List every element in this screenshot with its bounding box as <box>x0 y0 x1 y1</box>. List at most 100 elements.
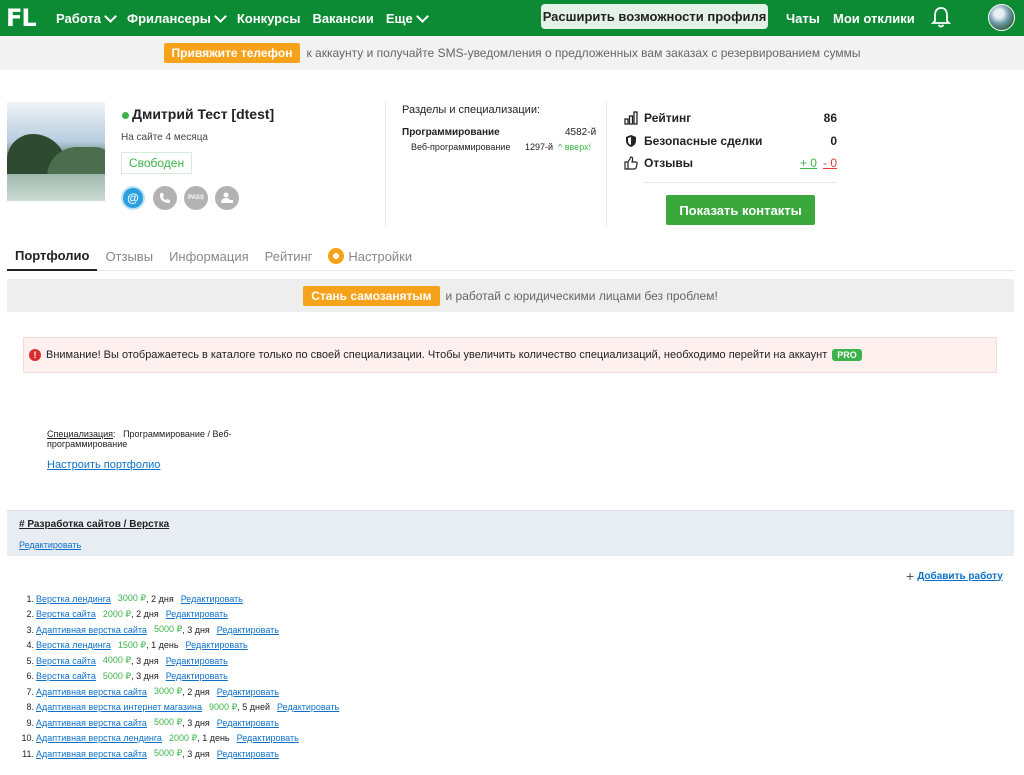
work-edit-link[interactable]: Редактировать <box>217 625 279 635</box>
work-edit-link[interactable]: Редактировать <box>166 656 228 666</box>
tab-settings[interactable]: Настройки <box>320 241 420 271</box>
work-edit-link[interactable]: Редактировать <box>237 733 299 743</box>
nav-my-responses[interactable]: Мои отклики <box>833 0 915 36</box>
work-edit-link[interactable]: Редактировать <box>217 687 279 697</box>
work-edit-link[interactable]: Редактировать <box>166 671 228 681</box>
reviews-positive-link[interactable]: + 0 <box>800 156 817 170</box>
work-title-link[interactable]: Адаптивная верстка сайта <box>36 687 147 697</box>
on-site-duration: На сайте 4 месяца <box>121 132 208 143</box>
work-title-link[interactable]: Адаптивная верстка интернет магазина <box>36 702 202 712</box>
tab-info[interactable]: Информация <box>161 241 257 271</box>
work-title-link[interactable]: Верстка сайта <box>36 671 96 681</box>
work-edit-link[interactable]: Редактировать <box>217 749 279 759</box>
online-status-dot <box>122 112 129 119</box>
work-edit-link[interactable]: Редактировать <box>181 594 243 604</box>
category-edit-link[interactable]: Редактировать <box>19 540 81 550</box>
rating-label: Рейтинг <box>644 111 692 125</box>
chevron-down-icon <box>213 9 227 23</box>
work-title-link[interactable]: Адаптивная верстка сайта <box>36 718 147 728</box>
tab-portfolio[interactable]: Портфолио <box>7 241 98 271</box>
nav-contests[interactable]: Конкурсы <box>237 11 301 26</box>
work-number: 7. <box>26 686 34 697</box>
work-title-link[interactable]: Адаптивная верстка сайта <box>36 749 147 759</box>
divider <box>606 102 607 226</box>
work-title-link[interactable]: Адаптивная верстка сайта <box>36 625 147 635</box>
work-number: 2. <box>26 609 34 620</box>
thumbs-up-icon <box>624 156 638 170</box>
divider <box>643 182 837 183</box>
work-item: 6. Верстка сайта 5000 ₽, 3 дня Редактироват… <box>14 669 339 685</box>
sms-banner: Привяжите телефон к аккаунту и получайте… <box>0 36 1024 70</box>
work-edit-link[interactable]: Редактировать <box>217 718 279 728</box>
phone-icon[interactable] <box>153 186 177 210</box>
warning-alert: ! Внимание! Вы отображаетесь в каталоге … <box>23 337 997 373</box>
work-item: 3. Адаптивная верстка сайта 5000 ₽, 3 дня Р… <box>14 622 339 638</box>
work-number: 3. <box>26 624 34 635</box>
chevron-down-icon <box>415 9 429 23</box>
safe-deals-label: Безопасные сделки <box>644 134 763 148</box>
nav-work[interactable]: Работа <box>56 9 117 26</box>
profile-tabs: Портфолио Отзывы Информация Рейтинг Наст… <box>7 241 1014 271</box>
bind-phone-button[interactable]: Привяжите телефон <box>163 43 301 63</box>
nav-chats[interactable]: Чаты <box>786 0 820 36</box>
profile-photo <box>7 102 105 201</box>
work-edit-link[interactable]: Редактировать <box>166 609 228 619</box>
spec-sub: Веб-программирование <box>411 142 511 152</box>
work-number: 9. <box>26 717 34 728</box>
show-contacts-button[interactable]: Показать контакты <box>666 195 815 225</box>
work-title-link[interactable]: Адаптивная верстка лендинга <box>36 733 162 743</box>
work-term: , 1 день <box>197 733 230 744</box>
shield-icon <box>626 135 636 147</box>
reviews-negative-link[interactable]: - 0 <box>823 156 837 170</box>
pass-icon[interactable]: PASS <box>184 186 208 210</box>
bell-icon[interactable] <box>930 5 952 29</box>
user-avatar[interactable] <box>988 4 1015 31</box>
work-title-link[interactable]: Верстка сайта <box>36 609 96 619</box>
reviews-row: Отзывы + 0 - 0 <box>624 154 837 172</box>
work-price: 2000 ₽ <box>102 608 132 619</box>
nav-more[interactable]: Еще <box>386 9 429 26</box>
safe-deals-value: 0 <box>830 134 837 148</box>
works-list: 1. Верстка лендинга 3000 ₽, 2 дня Редактиро… <box>14 591 339 762</box>
nav-freelancers[interactable]: Фрилансеры <box>127 9 227 26</box>
extend-profile-button[interactable]: Расширить возможности профиля <box>541 4 768 29</box>
work-title-link[interactable]: Верстка сайта <box>36 656 96 666</box>
work-term: , 1 день <box>146 640 179 651</box>
self-employed-banner: Стань самозанятым и работай с юридически… <box>7 279 1014 312</box>
tab-reviews[interactable]: Отзывы <box>97 241 161 271</box>
work-term: , 3 дня <box>182 748 210 759</box>
rating-row: Рейтинг 86 <box>624 109 837 127</box>
self-employed-button[interactable]: Стань самозанятым <box>303 285 440 306</box>
work-item: 1. Верстка лендинга 3000 ₽, 2 дня Редактиро… <box>14 591 339 607</box>
work-term: , 3 дня <box>131 655 159 666</box>
nav-vacancies[interactable]: Вакансии <box>312 11 373 26</box>
reviews-label: Отзывы <box>644 156 694 170</box>
portfolio-specialization: Специализация: Программирование / Веб-пр… <box>47 429 232 449</box>
work-item: 5. Верстка сайта 4000 ₽, 3 дня Редактироват… <box>14 653 339 669</box>
rating-value: 86 <box>823 111 837 125</box>
work-title-link[interactable]: Верстка лендинга <box>36 640 111 650</box>
email-icon[interactable]: @ <box>121 186 145 210</box>
work-title-link[interactable]: Верстка лендинга <box>36 594 111 604</box>
work-number: 4. <box>26 640 34 651</box>
work-edit-link[interactable]: Редактировать <box>277 702 339 712</box>
tab-rating[interactable]: Рейтинг <box>257 241 321 271</box>
spec-main: Программирование <box>402 127 500 138</box>
warning-text: Внимание! Вы отображаетесь в каталоге то… <box>46 349 828 361</box>
work-item: 7. Адаптивная верстка сайта 3000 ₽, 2 дня Р… <box>14 684 339 700</box>
plus-icon: + <box>906 568 915 584</box>
pro-badge[interactable]: PRO <box>832 349 862 361</box>
category-title[interactable]: # Разработка сайтов / Верстка <box>19 519 169 530</box>
work-term: , 2 дня <box>131 609 159 620</box>
fl-logo[interactable]: FL <box>6 4 50 32</box>
user-check-icon[interactable] <box>215 186 239 210</box>
setup-portfolio-link[interactable]: Настроить портфолио <box>47 459 160 471</box>
work-edit-link[interactable]: Редактировать <box>186 640 248 650</box>
user-name: Дмитрий Тест [dtest] <box>132 106 275 122</box>
work-item: 10. Адаптивная верстка лендинга 2000 ₽, 1 … <box>14 731 339 747</box>
work-price: 2000 ₽ <box>168 732 198 743</box>
spec-main-rank: 4582-й <box>565 127 597 138</box>
add-work-button[interactable]: + Добавить работу <box>906 568 1003 584</box>
work-price: 5000 ₽ <box>153 717 183 728</box>
work-item: 4. Верстка лендинга 1500 ₽, 1 день Редактир… <box>14 638 339 654</box>
